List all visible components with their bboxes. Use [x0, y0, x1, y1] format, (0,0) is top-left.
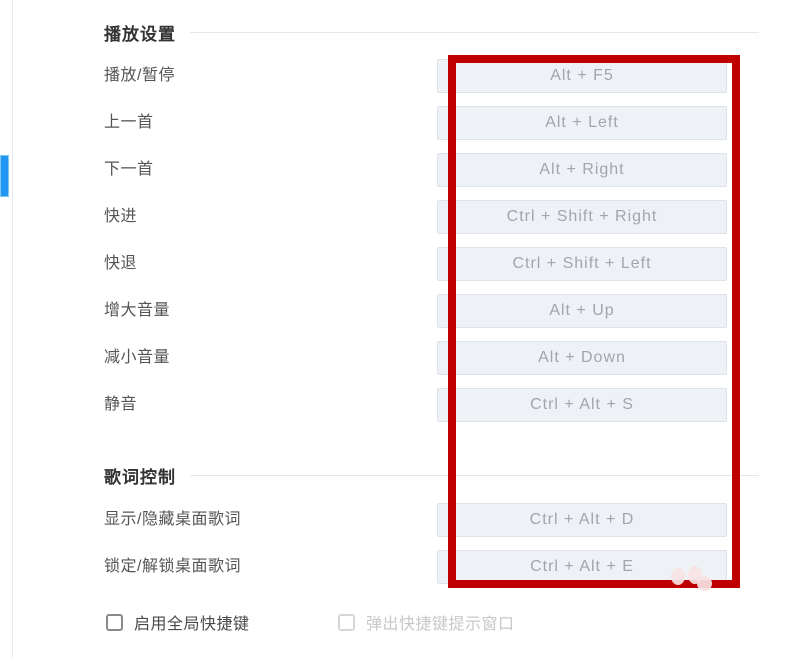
shortcut-value-fast-forward: Ctrl + Shift + Right [506, 208, 658, 225]
settings-content: 播放设置 播放/暂停 Alt + F5 上一首 Alt + Left 下一首 A… [13, 0, 800, 659]
shortcut-input-previous-track[interactable]: Alt + Left [437, 106, 727, 140]
row-label-volume-down: 减小音量 [104, 349, 171, 366]
setting-row-rewind: 快退 Ctrl + Shift + Left [13, 247, 800, 281]
shortcut-input-mute[interactable]: Ctrl + Alt + S [437, 388, 727, 422]
section-rule-lyrics [190, 475, 759, 476]
shortcut-value-toggle-desktop-lyrics: Ctrl + Alt + D [529, 511, 635, 528]
setting-row-mute: 静音 Ctrl + Alt + S [13, 388, 800, 422]
row-label-volume-up: 增大音量 [104, 302, 171, 319]
checkbox-label-show-hotkey-popup: 弹出快捷键提示窗口 [366, 616, 515, 633]
checkbox-enable-global-hotkeys[interactable] [106, 613, 123, 631]
checkbox-row-enable-global-hotkeys[interactable]: 启用全局快捷键 [106, 610, 250, 634]
shortcut-value-volume-down: Alt + Down [538, 349, 626, 366]
setting-row-previous-track: 上一首 Alt + Left [13, 106, 800, 140]
shortcut-value-lock-desktop-lyrics: Ctrl + Alt + E [530, 558, 634, 575]
shortcut-input-fast-forward[interactable]: Ctrl + Shift + Right [437, 200, 727, 234]
shortcut-value-volume-up: Alt + Up [549, 302, 615, 319]
shortcut-input-rewind[interactable]: Ctrl + Shift + Left [437, 247, 727, 281]
checkbox-show-hotkey-popup [338, 613, 355, 631]
shortcut-input-toggle-desktop-lyrics[interactable]: Ctrl + Alt + D [437, 503, 727, 537]
shortcut-value-mute: Ctrl + Alt + S [530, 396, 634, 413]
shortcut-value-previous-track: Alt + Left [545, 114, 619, 131]
setting-row-next-track: 下一首 Alt + Right [13, 153, 800, 187]
row-label-toggle-desktop-lyrics: 显示/隐藏桌面歌词 [104, 511, 241, 528]
shortcut-input-next-track[interactable]: Alt + Right [437, 153, 727, 187]
section-header-playback: 播放设置 [104, 20, 759, 45]
row-label-lock-desktop-lyrics: 锁定/解锁桌面歌词 [104, 558, 241, 575]
touch-dot-3 [697, 576, 712, 591]
row-label-previous-track: 上一首 [104, 114, 154, 131]
section-rule-playback [190, 32, 759, 33]
section-header-lyrics: 歌词控制 [104, 463, 759, 488]
shortcut-input-volume-down[interactable]: Alt + Down [437, 341, 727, 375]
row-label-mute: 静音 [104, 396, 138, 413]
setting-row-fast-forward: 快进 Ctrl + Shift + Right [13, 200, 800, 234]
setting-row-volume-up: 增大音量 Alt + Up [13, 294, 800, 328]
touch-dot-1 [671, 568, 685, 585]
shortcut-input-volume-up[interactable]: Alt + Up [437, 294, 727, 328]
shortcut-value-rewind: Ctrl + Shift + Left [512, 255, 652, 272]
section-title-lyrics: 歌词控制 [104, 468, 176, 487]
row-label-play-pause: 播放/暂停 [104, 67, 175, 84]
sidebar-scrollbar-thumb[interactable] [0, 155, 9, 197]
row-label-fast-forward: 快进 [104, 208, 138, 225]
section-title-playback: 播放设置 [104, 25, 176, 44]
setting-row-toggle-desktop-lyrics: 显示/隐藏桌面歌词 Ctrl + Alt + D [13, 503, 800, 537]
checkbox-label-enable-global-hotkeys: 启用全局快捷键 [134, 616, 250, 633]
row-label-rewind: 快退 [104, 255, 138, 272]
shortcut-value-next-track: Alt + Right [539, 161, 625, 178]
row-label-next-track: 下一首 [104, 161, 154, 178]
checkbox-row-show-hotkey-popup: 弹出快捷键提示窗口 [338, 610, 515, 634]
sidebar-scrollbar-track[interactable] [0, 0, 10, 659]
shortcut-input-play-pause[interactable]: Alt + F5 [437, 59, 727, 93]
setting-row-volume-down: 减小音量 Alt + Down [13, 341, 800, 375]
shortcut-value-play-pause: Alt + F5 [550, 67, 614, 84]
setting-row-play-pause: 播放/暂停 Alt + F5 [13, 59, 800, 93]
